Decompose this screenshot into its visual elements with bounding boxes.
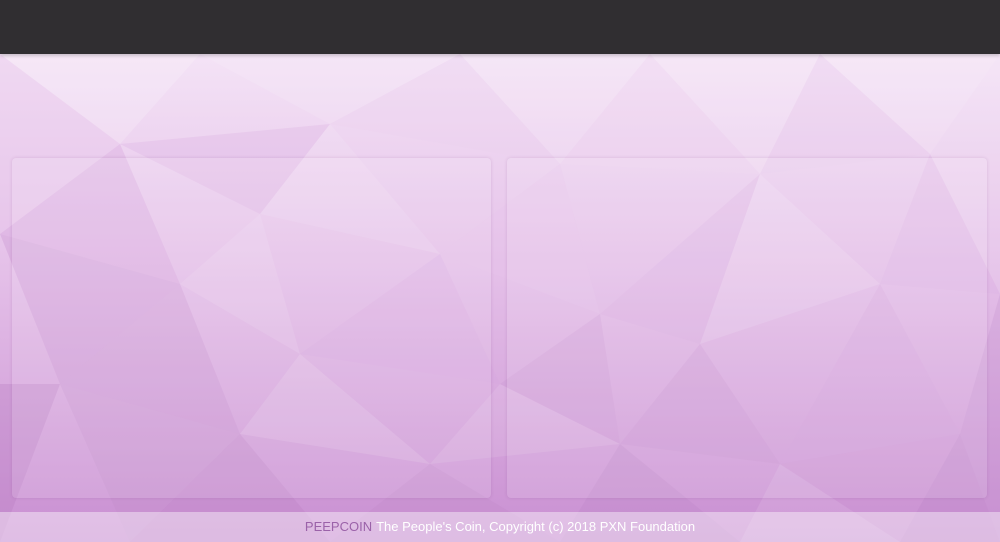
footer-copyright: The People's Coin, Copyright (c) 2018 PX… <box>376 519 696 534</box>
app-window: PEEPCOIN The People's Coin, Copyright (c… <box>0 0 1000 542</box>
right-content-panel <box>507 158 987 498</box>
top-bar <box>0 0 1000 54</box>
footer: PEEPCOIN The People's Coin, Copyright (c… <box>0 512 1000 542</box>
footer-brand: PEEPCOIN <box>304 519 373 534</box>
left-content-panel <box>12 158 491 498</box>
